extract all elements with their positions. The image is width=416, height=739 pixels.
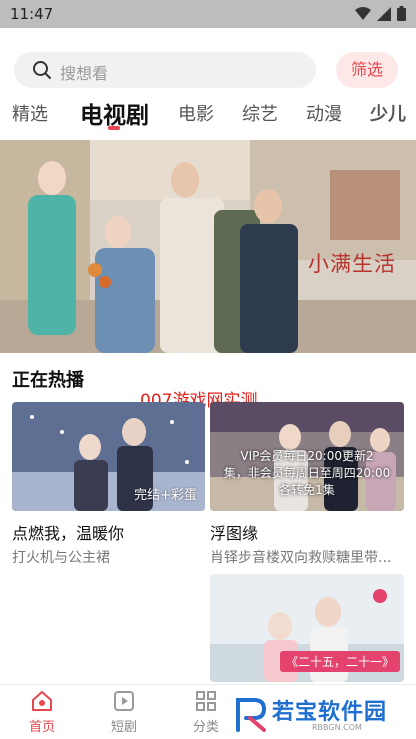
- watermark-logo: 若宝软件园 RBBGN.COM: [220, 690, 416, 739]
- banner-title: 小满生活: [308, 252, 396, 276]
- banner-image: [0, 140, 416, 353]
- wifi-icon: [355, 6, 371, 20]
- logo-mark-icon: [236, 698, 267, 732]
- card-2-update-line-2: 集，非会员每周日至周四20:00: [223, 466, 391, 480]
- card-2-subtitle: 肖铎步音楼双向救赎糖里带...: [210, 550, 392, 566]
- home-icon: [32, 691, 52, 711]
- logo-subtext: RBBGN.COM: [312, 723, 362, 732]
- tab-featured[interactable]: 精选: [12, 100, 48, 126]
- card-3-tag: 《二十五，二十一》: [279, 651, 400, 672]
- tab-anime[interactable]: 动漫: [306, 100, 342, 126]
- show-card-2[interactable]: VIP会员每日20:00更新2 集，非会员每周日至周四20:00 各转免1集: [210, 402, 404, 511]
- status-time: 11:47: [10, 5, 54, 23]
- tab-tv-series[interactable]: 电视剧: [80, 96, 149, 130]
- tab-movies[interactable]: 电影: [178, 100, 214, 126]
- search-placeholder: 搜想看: [60, 64, 109, 83]
- logo-text: 若宝软件园: [272, 700, 388, 725]
- active-tab-indicator: [108, 126, 120, 130]
- signal-icon: [377, 6, 391, 21]
- card-1-subtitle: 打火机与公主裙: [12, 550, 110, 566]
- card-2-update-line-3: 各转免1集: [279, 483, 335, 497]
- tab-variety[interactable]: 综艺: [242, 100, 278, 126]
- search-icon: [33, 61, 51, 79]
- category-tabs: 精选 电视剧 电影 综艺 动漫 少儿: [0, 96, 416, 132]
- filter-button[interactable]: 筛选: [336, 52, 398, 88]
- show-card-1[interactable]: 完结+彩蛋: [12, 402, 205, 511]
- card-1-title[interactable]: 点燃我，温暖你: [12, 520, 124, 544]
- play-icon: [114, 691, 134, 711]
- status-icons: [355, 6, 406, 21]
- tab-kids[interactable]: 少儿: [370, 100, 406, 126]
- card-2-update-line-1: VIP会员每日20:00更新2: [240, 449, 374, 463]
- card-2-title[interactable]: 浮图缘: [210, 520, 258, 544]
- nav-home-label: 首页: [28, 720, 55, 735]
- featured-banner[interactable]: [0, 140, 416, 353]
- status-bar: 11:47: [0, 0, 416, 28]
- grid-icon: [196, 691, 216, 711]
- card-1-badge: 完结+彩蛋: [134, 488, 197, 503]
- nav-short-drama-label: 短剧: [110, 720, 137, 735]
- battery-icon: [397, 6, 406, 21]
- show-card-3[interactable]: 《二十五，二十一》: [210, 574, 404, 682]
- search-input[interactable]: 搜想看: [14, 52, 316, 88]
- section-title: 正在热播: [12, 370, 84, 391]
